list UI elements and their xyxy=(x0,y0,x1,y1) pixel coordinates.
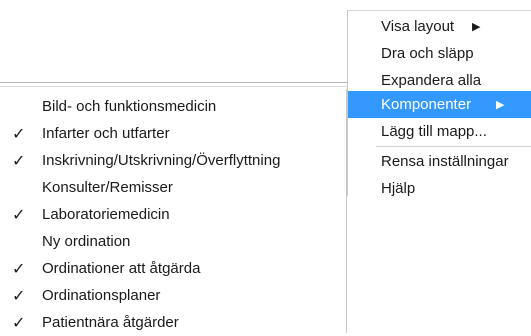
menu-item-label: Hjälp xyxy=(381,180,416,197)
divider xyxy=(0,82,347,83)
check-icon: ✓ xyxy=(12,151,26,170)
check-icon: ✓ xyxy=(12,313,26,332)
submenu-item-label: Bild- och funktionsmedicin xyxy=(42,98,217,115)
menu-item-rensa-installningar[interactable]: Rensa inställningar xyxy=(348,148,531,175)
menu-item-label: Visa layout xyxy=(381,18,455,35)
divider xyxy=(0,86,347,87)
menu-item-hjalp[interactable]: Hjälp xyxy=(348,175,531,202)
menu-item-label: Expandera alla xyxy=(381,72,482,89)
submenu-item-inskrivning[interactable]: ✓ Inskrivning/Utskrivning/Överflyttning xyxy=(0,147,346,174)
menu-item-label: Dra och släpp xyxy=(381,45,474,62)
check-icon: ✓ xyxy=(12,259,26,278)
menu-item-expandera-alla[interactable]: Expandera alla xyxy=(348,67,531,94)
menu-item-komponenter[interactable]: Komponenter ▶ xyxy=(348,91,531,118)
submenu-item-label: Laboratoriemedicin xyxy=(42,206,170,223)
submenu-item-label: Ny ordination xyxy=(42,233,131,250)
submenu-arrow-icon: ▶ xyxy=(496,98,505,111)
menu-item-label: Lägg till mapp... xyxy=(381,123,487,140)
menu-item-lagg-till-mapp[interactable]: Lägg till mapp... xyxy=(348,118,531,145)
menu-item-label: Rensa inställningar xyxy=(381,153,509,170)
submenu-item-ny-ordination[interactable]: Ny ordination xyxy=(0,228,346,255)
submenu-item-ordinationer-att-atgarda[interactable]: ✓ Ordinationer att åtgärda xyxy=(0,255,346,282)
menu-item-dra-och-slapp[interactable]: Dra och släpp xyxy=(348,40,531,67)
submenu-item-label: Ordinationsplaner xyxy=(42,287,161,304)
context-menu: Visa layout ▶ Dra och släpp Expandera al… xyxy=(347,10,531,197)
submenu-item-label: Konsulter/Remisser xyxy=(42,179,173,196)
menu-item-visa-layout[interactable]: Visa layout ▶ xyxy=(348,13,531,40)
submenu-item-label: Inskrivning/Utskrivning/Överflyttning xyxy=(42,152,281,169)
submenu-item-label: Patientnära åtgärder xyxy=(42,314,179,331)
submenu-item-ordinationsplaner[interactable]: ✓ Ordinationsplaner xyxy=(0,282,346,309)
menu-separator xyxy=(376,146,531,147)
submenu-item-label: Infarter och utfarter xyxy=(42,125,170,142)
submenu-item-patientnara-atgarder[interactable]: ✓ Patientnära åtgärder xyxy=(0,309,346,336)
submenu-item-infarter-och-utfarter[interactable]: ✓ Infarter och utfarter xyxy=(0,120,346,147)
submenu-item-konsulter-remisser[interactable]: Konsulter/Remisser xyxy=(0,174,346,201)
submenu-item-laboratoriemedicin[interactable]: ✓ Laboratoriemedicin xyxy=(0,201,346,228)
check-icon: ✓ xyxy=(12,124,26,143)
submenu-arrow-icon: ▶ xyxy=(472,20,481,33)
components-submenu: Bild- och funktionsmedicin ✓ Infarter oc… xyxy=(0,89,347,333)
check-icon: ✓ xyxy=(12,286,26,305)
submenu-item-bild-och-funktionsmedicin[interactable]: Bild- och funktionsmedicin xyxy=(0,93,346,120)
check-icon: ✓ xyxy=(12,205,26,224)
submenu-item-label: Ordinationer att åtgärda xyxy=(42,260,201,277)
menu-item-label: Komponenter xyxy=(381,96,472,113)
